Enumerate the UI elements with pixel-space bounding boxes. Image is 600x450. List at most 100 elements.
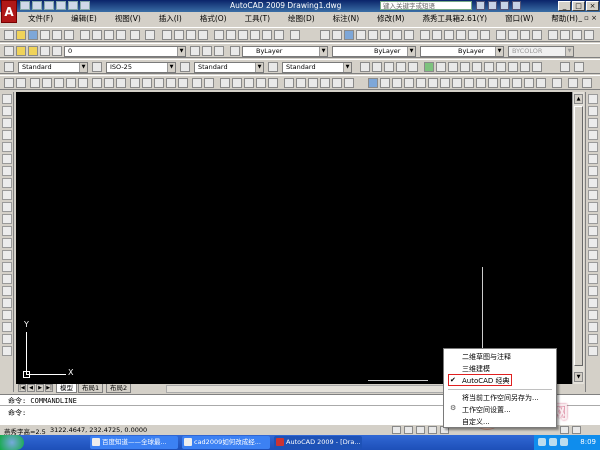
center-mark-icon[interactable]	[536, 78, 546, 88]
dimension-text-edit-icon[interactable]	[582, 78, 592, 88]
materials-icon[interactable]	[572, 30, 582, 40]
menu-edit[interactable]: 编辑(E)	[71, 12, 97, 26]
dimension-style-dropdown[interactable]: ISO-25 ▼	[106, 62, 176, 73]
render-icon[interactable]	[548, 30, 558, 40]
point-icon[interactable]	[1, 250, 12, 260]
menu-format[interactable]: 格式(O)	[200, 12, 227, 26]
menu-view[interactable]: 视图(V)	[115, 12, 141, 26]
menu-window[interactable]: 窗口(W)	[505, 12, 533, 26]
dimension-jogged-icon[interactable]	[428, 78, 438, 88]
zoom-realtime-icon[interactable]	[174, 30, 184, 40]
yanxiu-tool-2-icon[interactable]	[436, 62, 446, 72]
make-layer-current-icon[interactable]	[190, 46, 200, 56]
snap-intersection-icon[interactable]	[54, 78, 64, 88]
camera-icon[interactable]	[584, 30, 594, 40]
circle-icon[interactable]	[1, 166, 12, 176]
offset-icon[interactable]	[588, 130, 598, 140]
zoom-window-icon[interactable]	[186, 30, 196, 40]
erase-icon[interactable]	[588, 94, 598, 104]
rotate-icon[interactable]	[588, 166, 598, 176]
snap-quadrant-icon[interactable]	[104, 78, 114, 88]
app-menu-button[interactable]: A	[1, 0, 17, 23]
layer-states-icon[interactable]	[332, 30, 342, 40]
snap-center-icon[interactable]	[92, 78, 102, 88]
yanxiu-tool-12-icon[interactable]	[574, 62, 584, 72]
yanxiu-tool-11-icon[interactable]	[560, 62, 570, 72]
image-icon[interactable]	[532, 30, 542, 40]
text-style-icon[interactable]	[4, 62, 14, 72]
dimension-diameter-icon[interactable]	[440, 78, 450, 88]
cut-icon[interactable]	[80, 30, 90, 40]
undo-icon[interactable]	[130, 30, 140, 40]
region-mass-icon[interactable]	[244, 78, 254, 88]
snap-parallel-icon[interactable]	[142, 78, 152, 88]
tab-first-icon[interactable]: |◀	[18, 384, 26, 392]
menu-item-customize[interactable]: 自定义...	[462, 417, 490, 427]
dimension-continue-icon[interactable]	[488, 78, 498, 88]
volume-icon[interactable]	[549, 438, 557, 446]
quickcalc-icon[interactable]	[274, 30, 284, 40]
taskbar-button-baidu[interactable]: 百度知道——全球最...	[90, 436, 178, 449]
region-icon[interactable]	[1, 286, 12, 296]
copy-icon[interactable]	[92, 30, 102, 40]
navigation-wheel-icon[interactable]	[588, 334, 598, 344]
table-icon[interactable]	[1, 298, 12, 308]
sheet-set-icon[interactable]	[250, 30, 260, 40]
distance-icon[interactable]	[220, 78, 230, 88]
taskbar-button-cad-article[interactable]: cad2009如何改成经...	[182, 436, 270, 449]
yanxiu-tool-7-icon[interactable]	[496, 62, 506, 72]
dimension-baseline-icon[interactable]	[476, 78, 486, 88]
snap-apparent-intersection-icon[interactable]	[66, 78, 76, 88]
tab-prev-icon[interactable]: ◀	[27, 384, 35, 392]
yanxiu-tool-3-icon[interactable]	[448, 62, 458, 72]
snap-node-icon[interactable]	[166, 78, 176, 88]
orbit-icon[interactable]	[588, 322, 598, 332]
yanxiu-tool-9-icon[interactable]	[520, 62, 530, 72]
scale-icon[interactable]	[588, 178, 598, 188]
text-style-dropdown[interactable]: Standard ▼	[18, 62, 88, 73]
tab-next-icon[interactable]: ▶	[36, 384, 44, 392]
yanxiu-tool-5-icon[interactable]	[472, 62, 482, 72]
layer-delete-icon[interactable]	[480, 30, 490, 40]
plot-icon[interactable]	[56, 1, 66, 10]
menu-yanxiu-toolbox[interactable]: 燕秀工具箱2.61(Y)	[422, 12, 487, 26]
menu-tools[interactable]: 工具(T)	[245, 12, 270, 26]
clock[interactable]: 8:09	[580, 438, 596, 446]
list-icon[interactable]	[256, 78, 266, 88]
drawn-horizontal-line[interactable]	[368, 380, 428, 381]
qnew-icon[interactable]	[4, 30, 14, 40]
ucs-view-icon[interactable]	[344, 78, 354, 88]
revision-cloud-icon[interactable]	[1, 178, 12, 188]
save-icon[interactable]	[28, 30, 38, 40]
multileader-align-icon[interactable]	[396, 62, 406, 72]
dimension-linear-icon[interactable]	[368, 78, 378, 88]
snap-extension-icon[interactable]	[78, 78, 88, 88]
multiline-text-icon[interactable]	[1, 310, 12, 320]
showmotion-icon[interactable]	[588, 346, 598, 356]
yanxiu-tool-6-icon[interactable]	[484, 62, 494, 72]
minimize-button[interactable]: _	[558, 1, 571, 11]
layer-freeze-icon[interactable]	[368, 30, 378, 40]
make-block-icon[interactable]	[1, 238, 12, 248]
scrollbar-thumb[interactable]	[574, 106, 583, 366]
polyline-icon[interactable]	[1, 118, 12, 128]
tool-palettes-icon[interactable]	[238, 30, 248, 40]
menu-item-autocad-classic[interactable]: AutoCAD 经典	[462, 376, 510, 386]
save-icon[interactable]	[44, 1, 54, 10]
polar-tracking-icon[interactable]	[428, 426, 437, 434]
publish-icon[interactable]	[64, 30, 74, 40]
array-icon[interactable]	[588, 142, 598, 152]
snap-mode-icon[interactable]	[392, 426, 401, 434]
join-icon[interactable]	[588, 250, 598, 260]
ellipse-arc-icon[interactable]	[1, 214, 12, 224]
layer-dropdown[interactable]: 0 ▼	[64, 46, 186, 57]
add-leader-icon[interactable]	[372, 62, 382, 72]
line-icon[interactable]	[1, 94, 12, 104]
ucs-icon[interactable]	[284, 78, 294, 88]
rectangle-icon[interactable]	[1, 142, 12, 152]
yanxiu-tool-1-icon[interactable]	[424, 62, 434, 72]
ortho-mode-icon[interactable]	[416, 426, 425, 434]
layer-lock-icon[interactable]	[392, 30, 402, 40]
menu-file[interactable]: 文件(F)	[28, 12, 53, 26]
arc-icon[interactable]	[1, 154, 12, 164]
